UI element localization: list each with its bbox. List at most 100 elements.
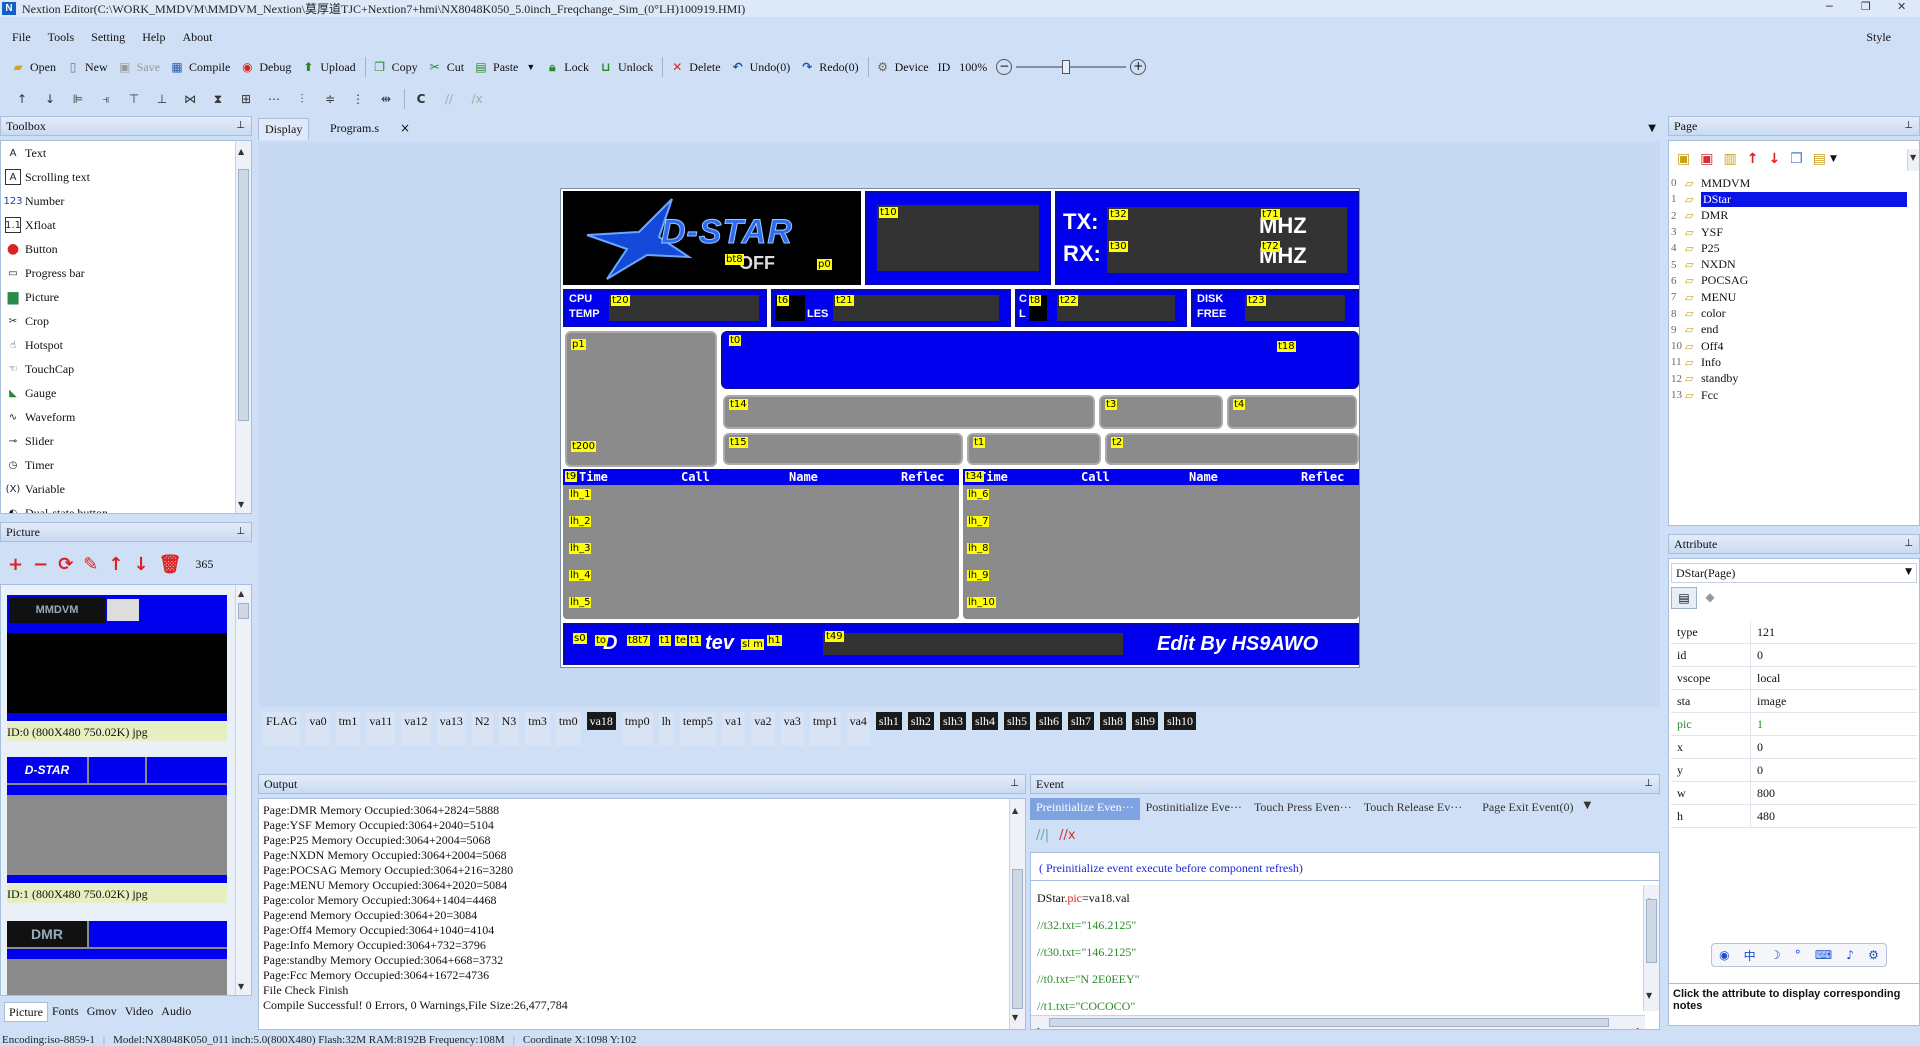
variable-slh3[interactable]: slh3: [939, 712, 966, 730]
code-line[interactable]: DStar.pic=va18.val: [1037, 885, 1659, 912]
t0-box[interactable]: t0 t18: [721, 331, 1359, 389]
variable-n3[interactable]: N3: [498, 712, 520, 746]
label-lh2[interactable]: lh_2: [569, 516, 592, 527]
tab-touch-release[interactable]: Touch Release Ev···: [1358, 798, 1468, 820]
copy-button[interactable]: ❐ Copy: [372, 59, 417, 75]
same-size-icon[interactable]: ⊞: [236, 89, 256, 109]
t3-field[interactable]: t3: [1099, 395, 1223, 429]
toolbox-item-slider[interactable]: ⊸ Slider: [1, 429, 251, 453]
attribute-row-x[interactable]: x0: [1671, 736, 1917, 759]
toolbox-item-text[interactable]: A Text: [1, 141, 251, 165]
variable-va13[interactable]: va13: [436, 712, 466, 746]
toolbox-item-number[interactable]: 123 Number: [1, 189, 251, 213]
pin-icon[interactable]: ⊥: [236, 117, 245, 135]
variable-slh7[interactable]: slh7: [1068, 712, 1095, 730]
variable-tm0[interactable]: tm0: [555, 712, 581, 746]
toolbox-item-waveform[interactable]: ∿ Waveform: [1, 405, 251, 429]
tab-dropdown-icon[interactable]: ▼: [1648, 123, 1656, 134]
gear-icon[interactable]: ⚙: [1868, 948, 1879, 962]
variable-tmp0[interactable]: tmp0: [621, 712, 653, 746]
tab-picture[interactable]: Picture: [4, 1002, 48, 1022]
variable-n2[interactable]: N2: [471, 712, 493, 746]
chevron-down-icon[interactable]: ▼: [1830, 154, 1837, 164]
comment-lines-icon[interactable]: //|: [1036, 828, 1049, 843]
toolbox-item-picture[interactable]: ▆ Picture: [1, 285, 251, 309]
toolbox-item-button[interactable]: ● Button: [1, 237, 251, 261]
menu-setting[interactable]: Setting: [91, 30, 125, 45]
hmi-page-canvas[interactable]: D-STAR OFF bt8 p0 t10 TX: RX: t32 t30 MH…: [560, 188, 1360, 668]
label-lh8[interactable]: lh_8: [967, 543, 990, 554]
label-slm[interactable]: sl m: [741, 639, 764, 650]
center-horizontal-icon[interactable]: ⋈: [180, 89, 200, 109]
picture-scrollbar[interactable]: ▲ ▼: [235, 585, 251, 995]
tab-video[interactable]: Video: [121, 1002, 158, 1022]
close-tab-icon[interactable]: ×: [400, 121, 410, 135]
label-t8[interactable]: t8: [1029, 295, 1042, 306]
attribute-value[interactable]: 0: [1751, 644, 1763, 666]
zoom-slider[interactable]: − +: [996, 57, 1147, 77]
add-page-icon[interactable]: ▣: [1677, 151, 1690, 167]
label-lh5[interactable]: lh_5: [569, 597, 592, 608]
attribute-value[interactable]: image: [1751, 690, 1786, 712]
label-bt8[interactable]: bt8: [725, 254, 744, 265]
scroll-up-icon[interactable]: ▲: [1012, 803, 1018, 818]
label-lh10[interactable]: lh_10: [967, 597, 996, 608]
page-item-nxdn[interactable]: 5 ▱ NXDN: [1671, 256, 1907, 272]
variable-va3[interactable]: va3: [780, 712, 804, 746]
undo-button[interactable]: ↶ Undo(0): [730, 59, 791, 75]
uncomment-icon[interactable]: //x: [1059, 828, 1075, 843]
save-button[interactable]: ▣ Save: [117, 59, 160, 75]
p1-picture[interactable]: p1 t200: [565, 331, 717, 467]
distribute-v-icon[interactable]: ≑: [320, 89, 340, 109]
compile-button[interactable]: ▦ Compile: [169, 59, 230, 75]
attribute-value[interactable]: 0: [1751, 736, 1763, 758]
attribute-value[interactable]: 800: [1751, 782, 1775, 804]
move-down-icon[interactable]: ↓: [133, 554, 148, 575]
attribute-row-sta[interactable]: sta image: [1671, 690, 1917, 713]
code-line[interactable]: //t32.txt="146.2125": [1037, 912, 1659, 939]
comment-lines-icon[interactable]: //: [439, 89, 459, 109]
unlock-button[interactable]: ⊔ Unlock: [598, 59, 653, 75]
align-up-icon[interactable]: ↑: [12, 89, 32, 109]
import-page-icon[interactable]: ▤: [1813, 151, 1826, 167]
comment-icon[interactable]: C: [411, 89, 431, 109]
label-lh3[interactable]: lh_3: [569, 543, 592, 554]
t10-field[interactable]: [877, 205, 1039, 271]
minimize-button[interactable]: ─: [1826, 0, 1833, 13]
scroll-thumb[interactable]: [238, 603, 249, 619]
label-t34[interactable]: t34: [965, 471, 984, 482]
menu-style[interactable]: Style: [1866, 30, 1891, 45]
align-top-icon[interactable]: ⊤: [124, 89, 144, 109]
variable-va2[interactable]: va2: [751, 712, 775, 746]
page-item-dmr[interactable]: 2 ▱ DMR: [1671, 208, 1907, 224]
toolbox-scrollbar[interactable]: ▲ ▼: [235, 141, 251, 513]
open-button[interactable]: ▰ Open: [10, 59, 56, 75]
label-p1[interactable]: p1: [571, 339, 586, 350]
dstar-logo-box[interactable]: D-STAR OFF bt8 p0: [563, 191, 861, 285]
label-t0[interactable]: t0: [729, 335, 742, 346]
toolbox-item-progress-bar[interactable]: ▭ Progress bar: [1, 261, 251, 285]
variable-va4[interactable]: va4: [846, 712, 870, 746]
ime-chinese-icon[interactable]: 中: [1744, 947, 1756, 964]
pin-icon[interactable]: ⊥: [236, 523, 245, 541]
move-up-icon[interactable]: ↑: [1747, 151, 1759, 167]
scroll-thumb[interactable]: [1646, 899, 1657, 963]
category-icon[interactable]: ◆: [1697, 587, 1723, 609]
label-t10[interactable]: t10: [879, 207, 898, 218]
toolbox-item-variable[interactable]: (X) Variable: [1, 477, 251, 501]
variable-va11[interactable]: va11: [366, 712, 396, 746]
attribute-row-h[interactable]: h 480: [1671, 805, 1917, 828]
toolbox-item-crop[interactable]: ✂ Crop: [1, 309, 251, 333]
ime-logo-icon[interactable]: ◉: [1719, 948, 1729, 962]
variable-temp5[interactable]: temp5: [679, 712, 716, 746]
variable-slh8[interactable]: slh8: [1100, 712, 1127, 730]
picture-thumb-1[interactable]: D-STAR: [7, 757, 227, 883]
label-t72[interactable]: t72: [1261, 241, 1280, 252]
variable-tm1[interactable]: tm1: [335, 712, 361, 746]
align-right-icon[interactable]: ⫣: [96, 89, 116, 109]
zoom-out-icon[interactable]: −: [996, 59, 1013, 75]
pin-icon[interactable]: ⊥: [1010, 775, 1019, 793]
page-item-ysf[interactable]: 3 ▱ YSF: [1671, 224, 1907, 240]
align-down-icon[interactable]: ↓: [40, 89, 60, 109]
attribute-object-select[interactable]: DStar(Page) ▼: [1671, 563, 1917, 583]
